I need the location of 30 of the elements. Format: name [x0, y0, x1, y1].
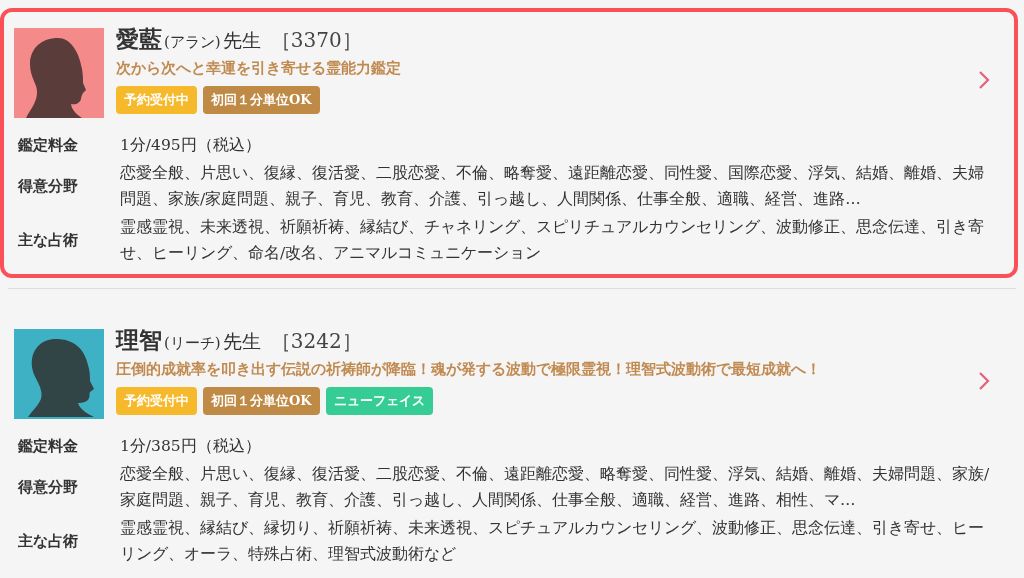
fortune-teller-card[interactable]	[0, 8, 1018, 278]
detail-value: 恋愛全般、片思い、復縁、復活愛、二股恋愛、不倫、遠距離恋愛、略奪愛、同性愛、浮気、結婚、離婚、夫婦問題、家族/家庭問題、親子、育児、教育、介護、引っ越し、人間関係、仕事全般、適職、経営、進路、相性、マ…	[120, 464, 990, 511]
detail-label: 主な占術	[17, 230, 79, 250]
status-tag: 予約受付中	[116, 387, 197, 415]
catchphrase: 圧倒的成就率を叩き出す伝説の祈祷師が降臨！魂が発する波動で極限霊視！理智式波動術で最短成就へ！	[116, 360, 822, 379]
detail-value: 恋愛全般、片思い、復縁、復活愛、二股恋愛、不倫、略奪愛、遠距離恋愛、同性愛、国際恋愛、浮気、結婚、離婚、夫婦問題、家族/家庭問題、親子、育児、教育、介護、引っ越し、人間関係、仕事全般、適職、経営、進路…	[120, 163, 985, 210]
teller-code: ［3242］	[270, 328, 362, 355]
detail-label: 得意分野	[17, 477, 79, 497]
teller-name: 理智	[116, 325, 162, 355]
chevron-right-icon[interactable]	[978, 70, 990, 90]
status-tag: ニューフェイス	[325, 387, 433, 415]
teller-name: 愛藍	[116, 24, 162, 54]
detail-label: 得意分野	[17, 176, 79, 196]
honorific: 先生	[222, 329, 261, 354]
status-tag: 初回１分単位OK	[203, 86, 320, 114]
status-tag: 予約受付中	[116, 86, 197, 114]
honorific: 先生	[222, 28, 261, 53]
name-reading: (リーチ)	[164, 334, 221, 353]
detail-label: 鑑定料金	[17, 135, 79, 155]
name-reading: (アラン)	[164, 33, 221, 52]
catchphrase: 次から次へと幸運を引き寄せる霊能力鑑定	[116, 59, 402, 78]
detail-value: 霊感霊視、未来透視、祈願祈祷、縁結び、チャネリング、スピリチュアルカウンセリング、波動修正、思念伝達、引き寄せ、ヒーリング、命名/改名、アニマルコミュニケーション	[120, 217, 985, 264]
status-tag: 初回１分単位OK	[203, 387, 320, 415]
detail-value: 1分/495円（税込）	[120, 135, 262, 156]
chevron-right-icon[interactable]	[978, 371, 990, 391]
detail-label: 主な占術	[17, 531, 79, 551]
detail-value: 1分/385円（税込）	[120, 436, 262, 457]
teller-code: ［3370］	[270, 27, 362, 54]
detail-value: 霊感霊視、縁結び、縁切り、祈願祈祷、未来透視、スピチュアルカウンセリング、波動修正、思念伝達、引き寄せ、ヒーリング、オーラ、特殊占術、理智式波動術など	[120, 518, 985, 565]
detail-label: 鑑定料金	[17, 436, 79, 456]
